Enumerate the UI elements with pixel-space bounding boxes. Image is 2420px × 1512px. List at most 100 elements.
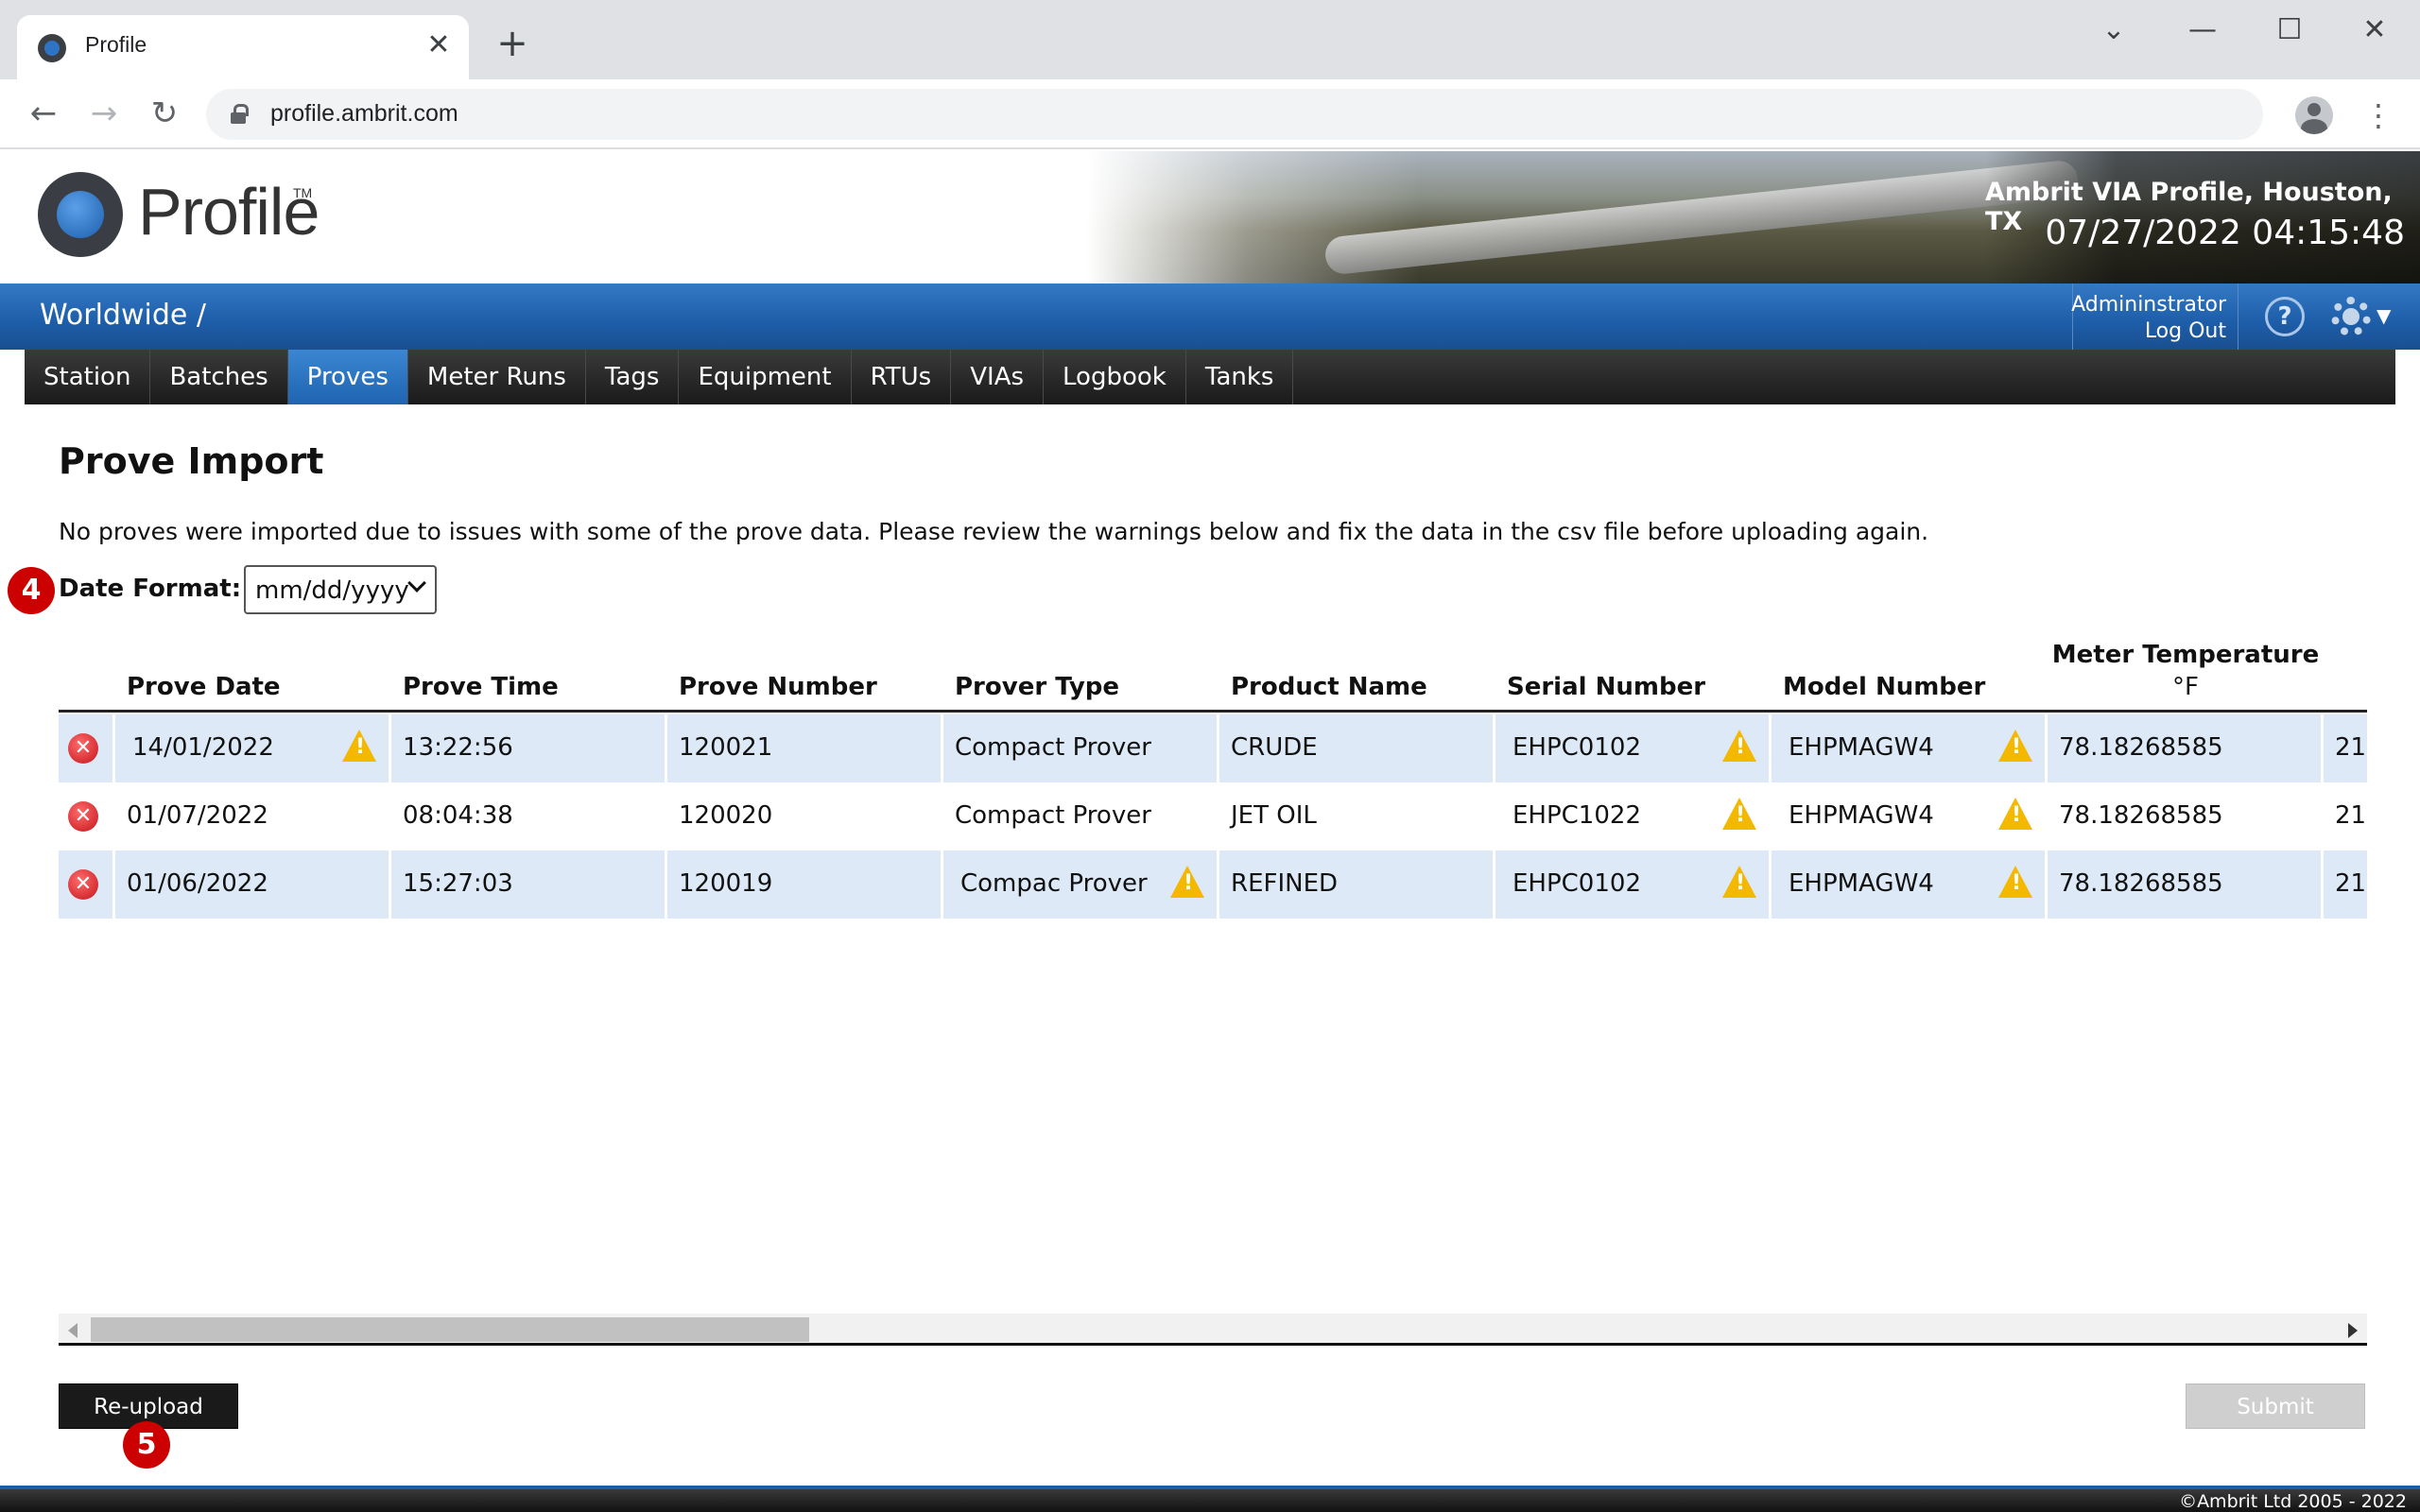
user-name: Admininstrator [2071,293,2226,317]
profile-avatar-icon[interactable] [2295,96,2333,134]
reload-button[interactable]: ↻ [144,93,185,134]
cell-prove-number: 120019 [667,850,943,919]
cell-prove-date: 01/06/2022 [115,850,391,919]
cell-prove-time: 08:04:38 [391,782,667,850]
profile-logo-icon [38,172,123,257]
scroll-thumb[interactable] [91,1317,809,1342]
logout-link[interactable]: Log Out [2145,319,2226,343]
page-title: Prove Import [59,440,324,482]
cell-prover-type: Compact Prover [943,782,1219,850]
help-icon[interactable]: ? [2265,297,2305,336]
header-product-name[interactable]: Product Name [1219,631,1495,713]
warning-icon[interactable] [1998,798,2032,830]
cell-prove-number: 120020 [667,782,943,850]
menu-meter-runs[interactable]: Meter Runs [408,350,586,404]
window-close-button[interactable]: ✕ [2346,9,2403,51]
cell-prove-date: 14/01/2022 [115,714,391,782]
submit-button[interactable]: Submit [2186,1383,2365,1429]
warning-icon[interactable] [1170,866,1204,898]
cell-prove-number: 120021 [667,714,943,782]
browser-menu-icon[interactable]: ⋮ [2363,96,2394,134]
cell-product-name: JET OIL [1219,782,1495,850]
settings-caret-icon[interactable]: ▼ [2377,304,2391,327]
url-text[interactable]: profile.ambrit.com [270,100,458,128]
cell-product-name: REFINED [1219,850,1495,919]
header-prove-time[interactable]: Prove Time [391,631,667,713]
tab-close-icon[interactable]: ✕ [422,28,456,62]
tab-list-icon[interactable]: ⌄ [2085,9,2142,51]
warning-icon[interactable] [342,730,376,762]
logo-trademark: TM [293,185,313,200]
back-button[interactable]: ← [23,93,64,134]
menu-station[interactable]: Station [25,350,151,404]
error-icon[interactable]: ✕ [68,733,98,764]
browser-tab[interactable]: Profile ✕ [17,15,469,79]
cell-next-column: 21 [2324,782,2367,850]
cell-serial-number: EHPC1022 [1495,782,1772,850]
maximize-button[interactable]: ☐ [2261,9,2318,51]
lock-icon[interactable] [231,104,249,124]
cell-prover-type: Compac Prover [943,850,1219,919]
scroll-right-icon[interactable] [2348,1323,2358,1338]
forward-button[interactable]: → [83,93,125,134]
menu-proves[interactable]: Proves [287,350,408,404]
menu-tags[interactable]: Tags [586,350,680,404]
date-format-label: Date Format: [59,575,242,603]
cell-model-number: EHPMAGW4 [1772,714,2048,782]
warning-icon[interactable] [1722,866,1756,898]
horizontal-scrollbar[interactable] [59,1314,2367,1346]
menu-batches[interactable]: Batches [150,350,288,404]
cell-model-number: EHPMAGW4 [1772,850,2048,919]
user-block: Admininstrator Log Out [2071,284,2238,350]
table-row: ✕ 01/07/2022 08:04:38 120020 Compact Pro… [59,782,2367,850]
menu-rtus[interactable]: RTUs [852,350,952,404]
banner-overlay: Ambrit VIA Profile, Houston, TX 07/27/20… [1985,151,2420,284]
cell-meter-temperature: 78.18268585 [2048,714,2324,782]
scroll-left-icon[interactable] [68,1323,78,1338]
header-meter-temperature[interactable]: Meter Temperature °F [2048,631,2324,713]
location-bar: Worldwide / Admininstrator Log Out ? ▼ [0,284,2420,350]
warning-icon[interactable] [1722,798,1756,830]
header-prover-type[interactable]: Prover Type [943,631,1219,713]
minimize-button[interactable]: — [2174,9,2231,51]
warning-icon[interactable] [1998,730,2032,762]
cell-prove-time: 13:22:56 [391,714,667,782]
table-row: ✕ 14/01/2022 13:22:56 120021 Compact Pro… [59,714,2367,782]
cell-product-name: CRUDE [1219,714,1495,782]
breadcrumb[interactable]: Worldwide / [40,299,206,332]
tab-title: Profile [85,32,147,57]
header-prove-number[interactable]: Prove Number [667,631,943,713]
cell-prove-time: 15:27:03 [391,850,667,919]
new-tab-button[interactable]: + [493,25,531,62]
prove-import-grid: Prove Date Prove Time Prove Number Prove… [59,631,2367,920]
cell-meter-temperature: 78.18268585 [2048,850,2324,919]
header-model-number[interactable]: Model Number [1772,631,2048,713]
favicon-icon [38,34,66,62]
step-badge: 5 [123,1421,170,1469]
menu-tanks[interactable]: Tanks [1186,350,1294,404]
date-format-value: mm/dd/yyyy [255,576,409,605]
menu-equipment[interactable]: Equipment [679,350,852,404]
address-bar[interactable]: profile.ambrit.com [206,89,2263,140]
menu-logbook[interactable]: Logbook [1044,350,1186,404]
gear-icon[interactable] [2331,297,2371,336]
cell-meter-temperature: 78.18268585 [2048,782,2324,850]
import-warning-message: No proves were imported due to issues wi… [59,518,1929,545]
menu-vias[interactable]: VIAs [951,350,1045,404]
error-icon[interactable]: ✕ [68,869,98,900]
header-serial-number[interactable]: Serial Number [1495,631,1772,713]
error-icon[interactable]: ✕ [68,801,98,832]
footer: ©Ambrit Ltd 2005 - 2022 [0,1486,2420,1512]
grid-header-row: Prove Date Prove Time Prove Number Prove… [59,631,2367,713]
server-clock: 07/27/2022 04:15:48 [2045,214,2405,252]
warning-icon[interactable] [1722,730,1756,762]
table-row: ✕ 01/06/2022 15:27:03 120019 Compac Prov… [59,850,2367,919]
main-menu: Station Batches Proves Meter Runs Tags E… [25,350,2395,404]
header-prove-date[interactable]: Prove Date [115,631,391,713]
date-format-select[interactable]: mm/dd/yyyy [244,565,437,614]
header-status-cell [59,631,115,713]
cell-next-column: 21 [2324,850,2367,919]
browser-tab-bar: Profile ✕ + ⌄ — ☐ ✕ [0,0,2420,79]
browser-toolbar: ← → ↻ profile.ambrit.com ⋮ [0,79,2420,149]
warning-icon[interactable] [1998,866,2032,898]
